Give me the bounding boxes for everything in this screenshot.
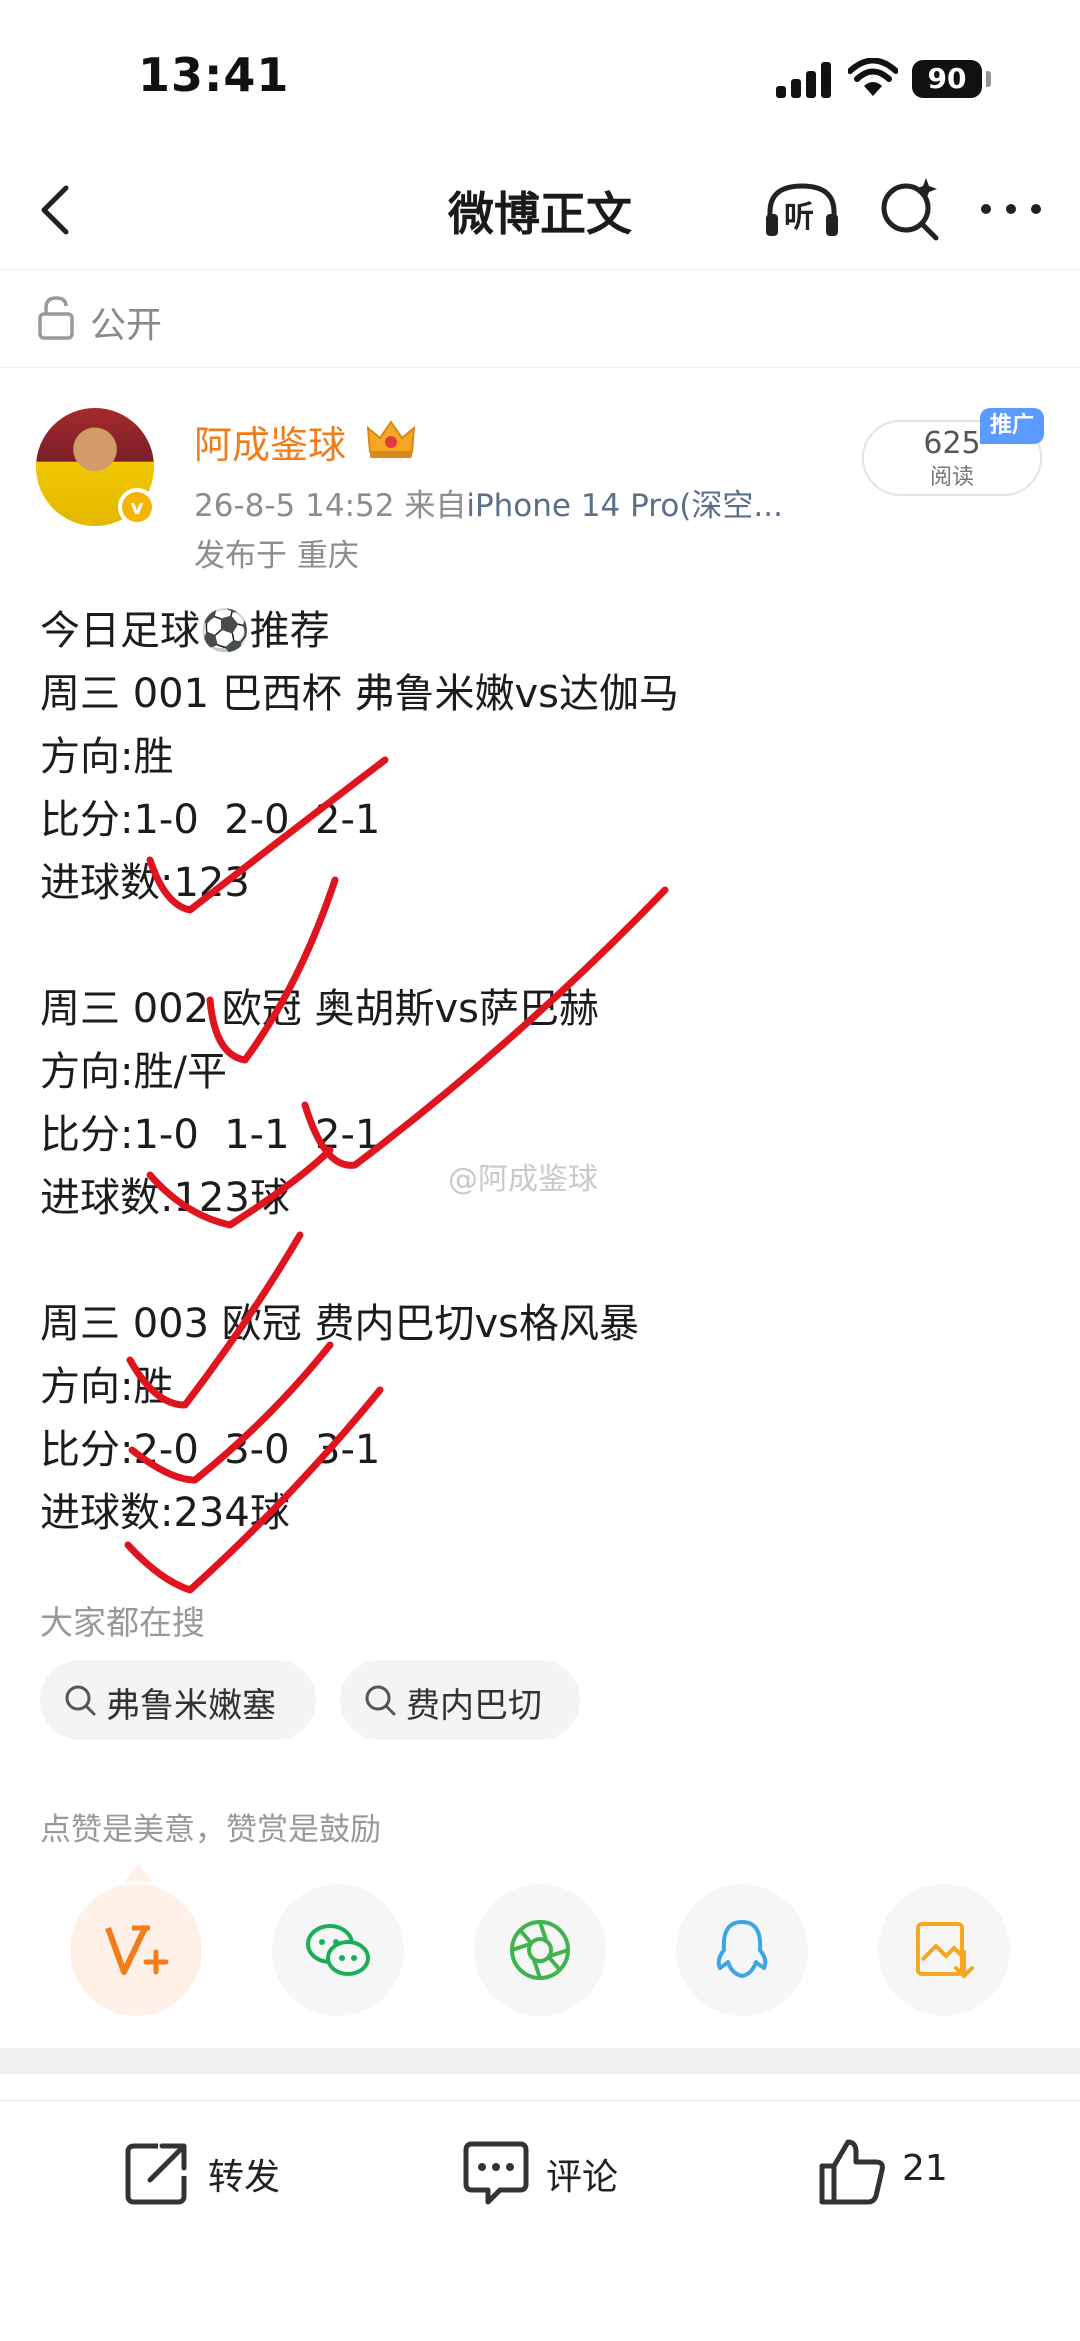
post-date: 26-8-5 14:52 xyxy=(194,488,395,524)
trending-chip-label: 弗鲁米嫩塞 xyxy=(106,1686,276,1726)
status-time: 13:41 xyxy=(138,48,290,102)
listen-headphones-icon[interactable]: 听 xyxy=(762,178,842,242)
post-line: 进球数:234球 xyxy=(40,1490,290,1536)
status-bar: 13:41 90 xyxy=(0,0,1080,150)
repost-icon xyxy=(125,2143,187,2205)
author-name[interactable]: 阿成鉴球 xyxy=(194,414,346,469)
repost-button[interactable]: 转发 xyxy=(122,2136,302,2216)
section-divider xyxy=(0,2048,1080,2074)
battery-icon: 90 xyxy=(912,60,982,98)
trending-chip[interactable]: 弗鲁米嫩塞 xyxy=(40,1660,316,1740)
cellular-signal-icon xyxy=(776,62,832,98)
listen-label: 听 xyxy=(784,200,814,235)
search-icon xyxy=(65,1685,96,1716)
post-line: 方向:胜 xyxy=(40,734,174,780)
post-line: 今日足球⚽推荐 xyxy=(40,608,330,654)
search-icon[interactable] xyxy=(876,174,944,242)
wechat-icon xyxy=(306,1924,370,1976)
post-source[interactable]: iPhone 14 Pro(深空... xyxy=(466,488,783,524)
share-wechat-button[interactable] xyxy=(272,1884,404,2016)
moments-icon xyxy=(510,1920,570,1980)
comment-icon xyxy=(463,2141,529,2205)
thumbs-up-icon xyxy=(819,2139,885,2205)
trending-heading: 大家都在搜 xyxy=(40,1603,205,1642)
post-line: 周三 001 巴西杯 弗鲁米嫩vs达伽马 xyxy=(40,671,680,717)
post-line xyxy=(40,915,1040,978)
source-prefix: 来自 xyxy=(404,488,467,524)
reward-hint: 点赞是美意，赞赏是鼓励 xyxy=(40,1812,381,1848)
post-body: 今日足球⚽推荐 周三 001 巴西杯 弗鲁米嫩vs达伽马 方向:胜 比分:1-0… xyxy=(40,600,1040,1545)
battery-tip xyxy=(986,71,991,87)
nav-bar: 微博正文 听 xyxy=(0,150,1080,270)
crown-badge-icon xyxy=(366,420,416,458)
visibility-row: 公开 xyxy=(0,270,1080,368)
trending-chip[interactable]: 费内巴切 xyxy=(340,1660,580,1740)
wifi-icon xyxy=(848,58,898,96)
share-moments-button[interactable] xyxy=(474,1884,606,2016)
vip-plus-button[interactable] xyxy=(70,1884,202,2016)
like-count: 21 xyxy=(902,2148,948,2189)
post-line: 方向:胜/平 xyxy=(40,1049,227,1095)
save-image-icon xyxy=(916,1922,974,1979)
post-line: 方向:胜 xyxy=(40,1364,174,1410)
post-line: 周三 002 欧冠 奥胡斯vs萨巴赫 xyxy=(40,986,600,1032)
save-image-button[interactable] xyxy=(878,1884,1010,2016)
like-button[interactable]: 21 xyxy=(816,2136,976,2216)
vip-pointer xyxy=(124,1864,152,1882)
watermark: @阿成鉴球 xyxy=(448,1162,598,1197)
search-icon xyxy=(365,1685,396,1716)
divider xyxy=(0,2100,1080,2101)
visibility-label: 公开 xyxy=(90,305,163,346)
post-meta: 26-8-5 14:52 来自iPhone 14 Pro(深空... xyxy=(194,480,783,525)
post-line: 周三 003 欧冠 费内巴切vs格风暴 xyxy=(40,1301,640,1347)
more-options-icon[interactable] xyxy=(976,194,1046,224)
comment-label: 评论 xyxy=(546,2157,619,2198)
comment-button[interactable]: 评论 xyxy=(460,2136,640,2216)
unlock-icon xyxy=(38,296,74,340)
post-line xyxy=(40,1230,1040,1293)
trending-chip-label: 费内巴切 xyxy=(406,1686,542,1726)
post-line: 比分:1-0 2-0 2-1 xyxy=(40,797,381,843)
post-line: 进球数:123 xyxy=(40,860,250,906)
qq-icon xyxy=(716,1920,768,1978)
post-line: 比分:2-0 3-0 3-1 xyxy=(40,1427,381,1473)
share-qq-button[interactable] xyxy=(676,1884,808,2016)
post-location: 发布于 重庆 xyxy=(194,538,359,574)
read-label: 阅读 xyxy=(929,465,974,490)
repost-label: 转发 xyxy=(208,2157,281,2198)
promo-tag: 推广 xyxy=(980,408,1044,444)
verified-badge-icon: v xyxy=(118,488,156,526)
vip-plus-icon xyxy=(105,1924,169,1975)
